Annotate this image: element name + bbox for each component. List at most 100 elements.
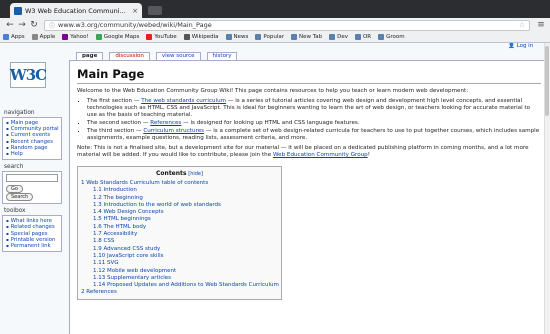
browser-tab[interactable]: W3 Web Education Communi... × (10, 3, 142, 18)
bookmark-label: New Tab (299, 34, 323, 40)
toc-item[interactable]: 2 References (81, 289, 278, 296)
bookmark-0[interactable]: Apps (3, 34, 25, 40)
bookmark-label: Popular (263, 34, 285, 40)
bookmark-10[interactable]: OR (354, 34, 372, 40)
section-text-pre: The second section — (87, 120, 151, 126)
toc-item[interactable]: 1.10 JavaScript core skills (81, 253, 278, 260)
tab-history[interactable]: history (206, 52, 238, 60)
login-link[interactable]: 👤 Log in (508, 43, 533, 49)
bookmark-icon (62, 34, 69, 40)
bookmark-label: News (233, 34, 249, 40)
toc-item[interactable]: 1.6 The HTML body (81, 224, 278, 231)
bookmark-icon (95, 34, 102, 40)
bookmark-icon (378, 34, 385, 40)
page-info-icon: ⓘ (49, 22, 56, 30)
toolbox-link-1[interactable]: Related changes (6, 224, 58, 230)
tab-title: W3 Web Education Communi... (25, 6, 126, 15)
toc-item[interactable]: 1.14 Proposed Updates and Additions to W… (81, 282, 279, 289)
close-tab-icon[interactable]: × (132, 7, 138, 15)
toc-item[interactable]: 1.7 Accessibility (81, 231, 278, 238)
bookmark-6[interactable]: News (225, 34, 249, 40)
bookmark-4[interactable]: YouTube (146, 34, 177, 40)
navigation-heading: navigation (4, 110, 35, 116)
section-text-pre: The first section — (87, 98, 142, 104)
toc-header: Contents [hide] (81, 170, 278, 178)
bookmark-icon (255, 34, 262, 40)
section-text-pre: The third section — (87, 128, 144, 134)
w3c-favicon-icon (14, 6, 22, 15)
note-end: ! (367, 152, 370, 158)
toc-item[interactable]: 1.3 Introduction to the world of web sta… (81, 202, 278, 209)
bookmark-star-icon[interactable]: ☆ (519, 21, 525, 29)
bookmark-7[interactable]: Popular (255, 34, 284, 40)
browser-toolbar: ← → ↻ ⓘ www.w3.org/community/webed/wiki/… (0, 18, 550, 32)
tab-page[interactable]: page (76, 52, 104, 60)
toc-item[interactable]: 1.8 CSS (81, 238, 278, 245)
section-link[interactable]: The web standards curriculum (141, 98, 226, 104)
search-button[interactable]: Search (6, 193, 34, 202)
forward-icon[interactable]: → (16, 19, 28, 31)
tab-discussion[interactable]: discussion (109, 52, 150, 60)
bookmark-icon (31, 34, 38, 40)
toc-item[interactable]: 1.9 Advanced CSS study (81, 246, 278, 253)
section-link[interactable]: References (150, 120, 181, 126)
section-text-post: — is designed for looking up HTML and CS… (181, 120, 360, 126)
bookmark-8[interactable]: New Tab (291, 34, 322, 40)
bookmark-1[interactable]: Apple (31, 34, 55, 40)
toc-item[interactable]: 1.2 The beginning (81, 195, 278, 202)
bookmark-label: Groom (386, 34, 405, 40)
bookmark-icon (225, 34, 232, 40)
browser-menu-icon[interactable]: ≡ (536, 20, 546, 30)
section-item: The first section — The web standards cu… (87, 98, 541, 119)
logo-text: W3C (9, 66, 47, 84)
search-heading: search (4, 164, 24, 171)
toc-list: 1 Web Standards Curriculum table of cont… (81, 180, 279, 297)
intro-text: Welcome to the Web Education Community G… (77, 88, 469, 94)
content-area: Main Page Welcome to the Web Education C… (69, 60, 549, 334)
section-item: The second section — References — is des… (87, 120, 541, 127)
search-input[interactable] (6, 174, 58, 183)
toc-item[interactable]: 1.1 Introduction (81, 187, 278, 194)
tab-view-source[interactable]: view source (155, 52, 201, 60)
toolbox-box: What links hereRelated changesSpecial pa… (2, 215, 62, 253)
scrollbar-thumb[interactable] (545, 46, 549, 116)
bookmark-icon (183, 34, 190, 40)
go-button[interactable]: Go (6, 185, 23, 194)
bookmark-9[interactable]: Dev (329, 34, 348, 40)
toc-title: Contents (156, 170, 187, 177)
back-icon[interactable]: ← (4, 19, 16, 31)
nav-link-5[interactable]: Help (6, 151, 58, 157)
bookmark-label: Google Maps (103, 34, 140, 40)
community-group-link[interactable]: Web Education Community Group (273, 152, 368, 158)
note-paragraph: Note: This is not a finalised site, but … (77, 145, 541, 159)
page-tabs: page discussion view source history (76, 52, 238, 60)
nav-link-3[interactable]: Recent changes (6, 139, 58, 145)
bookmark-11[interactable]: Groom (378, 34, 405, 40)
bookmark-5[interactable]: Wikipedia (183, 34, 219, 40)
login-label: Log in (516, 43, 534, 49)
toc-item[interactable]: 1.4 Web Design Concepts (81, 209, 278, 216)
section-item: The third section — Curriculum structure… (87, 128, 541, 142)
bookmark-icon (291, 34, 298, 40)
user-icon: 👤 (508, 43, 515, 49)
address-bar[interactable]: ⓘ www.w3.org/community/webed/wiki/Main_P… (44, 19, 530, 31)
toc-item[interactable]: 1.5 HTML beginnings (81, 216, 278, 223)
bookmark-label: Apps (11, 34, 25, 40)
wiki-page: W3C page discussion view source history … (0, 43, 550, 334)
section-link[interactable]: Curriculum structures (143, 128, 204, 134)
toc-item[interactable]: 1 Web Standards Curriculum table of cont… (81, 180, 278, 187)
reload-icon[interactable]: ↻ (28, 19, 40, 31)
bookmark-icon (3, 34, 9, 40)
toc-item[interactable]: 1.12 Mobile web development (81, 268, 278, 275)
w3c-logo[interactable]: W3C (9, 62, 47, 88)
navigation-box: Main pageCommunity portalCurrent eventsR… (2, 117, 62, 161)
toc-item[interactable]: 1.11 SVG (81, 260, 278, 267)
bookmark-icon (354, 34, 361, 40)
bookmark-label: OR (362, 34, 372, 40)
bookmark-2[interactable]: Yahoo! (62, 34, 89, 40)
toc-item[interactable]: 1.13 Supplementary articles (81, 275, 278, 282)
toc-hide-link[interactable]: [hide] (188, 171, 203, 177)
toolbox-link-4[interactable]: Permanent link (6, 243, 58, 249)
bookmark-3[interactable]: Google Maps (95, 34, 140, 40)
new-tab-button[interactable] (148, 6, 162, 15)
